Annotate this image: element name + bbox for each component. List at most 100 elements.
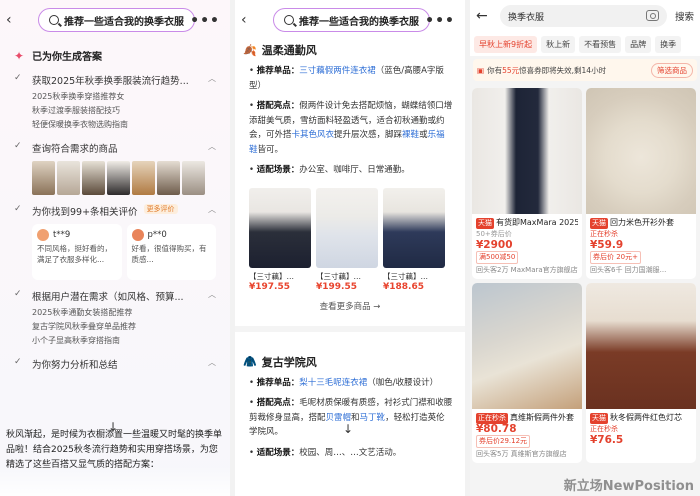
- hl-label: 搭配亮点：: [256, 398, 300, 408]
- query-text: 推荐一些适合我的换季衣服: [64, 16, 184, 28]
- product-image: [383, 187, 445, 268]
- scroll-down-icon[interactable]: ↓: [343, 422, 353, 436]
- product-price: ¥199.55: [316, 281, 357, 292]
- filter-products-button[interactable]: 筛选商品: [651, 63, 693, 78]
- review-card[interactable]: p**0 好看，很值得购买，有质感...: [126, 224, 216, 280]
- camera-icon[interactable]: [645, 10, 659, 21]
- product-thumb[interactable]: [132, 161, 155, 195]
- trench-coat-link[interactable]: 卡其色风衣: [292, 130, 335, 140]
- scene-text: 办公室、咖啡厅、日常通勤。: [299, 165, 410, 175]
- step-label: 为你找到99+条相关评价: [32, 207, 138, 218]
- product-card[interactable]: 【三寸藕】… ¥199.55: [316, 187, 378, 292]
- chip-early-autumn[interactable]: 早秋上新9折起: [474, 35, 538, 53]
- item-link[interactable]: 梨十三毛呢连衣裙: [299, 378, 367, 388]
- item-link[interactable]: 三寸藕假两件连衣裙: [299, 66, 376, 76]
- chip-autumn-new[interactable]: 秋上新: [541, 35, 576, 53]
- query-pill[interactable]: 推荐一些适合我的换季衣服: [38, 8, 195, 32]
- product-promo: 券后价29.12元: [476, 435, 531, 448]
- beret-link[interactable]: 贝雷帽: [326, 413, 352, 423]
- chip-no-presale[interactable]: 不看预售: [579, 35, 622, 53]
- step-item[interactable]: ✓ 为你找到99+条相关评价 更多评价 ︿: [14, 204, 216, 218]
- step-sublist: 2025秋季换季穿搭推荐女 秋季过渡季服装搭配技巧 轻便保暖换季衣物选购指南: [32, 90, 216, 132]
- sub-query: 小个子显高秋季穿搭指南: [32, 336, 120, 345]
- product-card[interactable]: 天猫 有货即MaxMara 2025 50+券后价 ¥2900 满500减50 回…: [472, 88, 582, 279]
- query-pill[interactable]: 推荐一些适合我的换季衣服: [273, 8, 430, 32]
- review-card[interactable]: t**9 不同风格，挺好看的，满足了衣服多样化...: [32, 224, 122, 280]
- shoe-link[interactable]: 裸鞋: [402, 130, 419, 140]
- product-card[interactable]: 天猫 回力米色开衫外套 正在秒杀 ¥59.9 券后价 20元+ 回头客6千 回力国…: [586, 88, 696, 279]
- step-sublist: 2025秋季通勤女装搭配推荐 复古学院风秋季叠穿单品推荐 小个子显高秋季穿搭指南: [32, 306, 216, 348]
- product-thumb[interactable]: [182, 161, 205, 195]
- step-item[interactable]: ✓ 获取2025年秋季换季服装流行趋势... ︿: [14, 73, 216, 87]
- coat-icon: 🧥: [243, 355, 257, 368]
- more-icon[interactable]: •••: [190, 13, 220, 29]
- hl-text: 提升层次感，脚踩: [334, 130, 403, 140]
- step-label: 获取2025年秋季换季服装流行趋势...: [32, 76, 189, 87]
- more-products-link[interactable]: 查看更多商品 →: [235, 300, 465, 312]
- product-image: [472, 283, 582, 409]
- search-icon: [49, 15, 59, 25]
- hl-text: 和: [351, 412, 360, 423]
- product-name: 【三寸藕】…: [383, 271, 428, 281]
- product-card[interactable]: 天猫 秋冬假两件红色灯芯 正在秒杀 ¥76.5: [586, 283, 696, 463]
- product-thumb[interactable]: [32, 161, 55, 195]
- step-item[interactable]: ✓ 根据用户潜在需求（如风格、预算... ︿: [14, 289, 216, 303]
- back-icon[interactable]: ‹: [6, 13, 20, 27]
- product-thumbnails: [32, 161, 216, 195]
- product-shop: 回头客2万 MaxMara官方旗舰店: [476, 266, 578, 274]
- notice-amount: 55元: [502, 65, 520, 75]
- search-button[interactable]: 搜索: [675, 9, 694, 23]
- chip-season[interactable]: 换季: [655, 35, 682, 53]
- ai-answer-panel: ‹ 推荐一些适合我的换季衣服 ••• ✦ 已为你生成答案 ✓ 获取2025年秋季…: [0, 0, 230, 496]
- boots-link[interactable]: 马丁靴: [360, 413, 386, 423]
- scene-label: 适配场景：: [256, 447, 300, 458]
- product-promo: 满500减50: [476, 251, 519, 264]
- highlight-line: • 搭配亮点：假两件设计免去搭配烦恼，蝴蝶结领口增添甜美气质，雪纺面料轻盈透气，…: [249, 101, 453, 155]
- product-thumb[interactable]: [157, 161, 180, 195]
- hl-text: 皆可。: [257, 144, 284, 155]
- sparkle-icon: ✦: [14, 48, 25, 63]
- recommendation-panel: ‹ 推荐一些适合我的换季衣服 ••• 🍂 温柔通勤风 • 推荐单品：三寸藕假两件…: [235, 0, 465, 496]
- notice-text: 你有: [487, 65, 503, 75]
- product-price: ¥188.65: [383, 281, 424, 292]
- search-input[interactable]: 换季衣服: [500, 5, 667, 27]
- product-card[interactable]: 正在秒杀 真维斯假两件外套 ¥80.78 券后价29.12元 回头客5万 真维斯官…: [472, 283, 582, 463]
- search-bar: ← 换季衣服 搜索: [470, 0, 700, 32]
- product-card[interactable]: 【三寸藕】… ¥197.55: [249, 187, 311, 292]
- review-user: p**0: [147, 229, 167, 240]
- step-item[interactable]: ✓ 为你努力分析和总结 ︿: [14, 357, 216, 371]
- scene-label: 适配场景：: [256, 165, 300, 175]
- section-title: 🍂 温柔通勤风: [235, 42, 465, 58]
- sub-query: 2025秋季换季穿搭推荐女: [32, 92, 125, 101]
- tmall-badge: 天猫: [590, 413, 608, 424]
- hl-text: 或: [419, 130, 428, 140]
- chevron-up-icon[interactable]: ︿: [208, 73, 216, 84]
- product-title: 秋冬假两件红色灯芯: [610, 413, 682, 422]
- back-icon[interactable]: ←: [476, 9, 490, 23]
- product-card[interactable]: 【三寸藕】… ¥188.65: [383, 187, 445, 292]
- avatar: [37, 229, 49, 241]
- product-thumb[interactable]: [107, 161, 130, 195]
- step-label: 查询符合需求的商品: [32, 144, 118, 155]
- step-label: 根据用户潜在需求（如风格、预算...: [32, 292, 184, 303]
- chevron-up-icon[interactable]: ︿: [208, 204, 216, 215]
- more-reviews-tag[interactable]: 更多评价: [143, 204, 178, 214]
- answer-header: ✦ 已为你生成答案: [14, 48, 216, 64]
- product-thumb[interactable]: [82, 161, 105, 195]
- chip-brand[interactable]: 品牌: [625, 35, 652, 53]
- chevron-up-icon[interactable]: ︿: [208, 357, 216, 368]
- query-text: 推荐一些适合我的换季衣服: [299, 16, 419, 28]
- product-thumb[interactable]: [57, 161, 80, 195]
- more-icon[interactable]: •••: [425, 13, 455, 29]
- back-icon[interactable]: ‹: [241, 13, 255, 27]
- scroll-down-icon[interactable]: ↓: [108, 420, 118, 434]
- product-image: [472, 88, 582, 214]
- product-price: ¥59.9: [590, 239, 624, 251]
- sub-query: 轻便保暖换季衣物选购指南: [32, 120, 128, 129]
- sub-query: 复古学院风秋季叠穿单品推荐: [32, 322, 136, 331]
- chevron-up-icon[interactable]: ︿: [208, 141, 216, 152]
- product-shop: 回头客6千 回力国潮服...: [590, 266, 667, 274]
- chevron-up-icon[interactable]: ︿: [208, 289, 216, 300]
- scene-line: • 适配场景：校园、周…、…文艺活动。: [249, 447, 402, 458]
- step-item[interactable]: ✓ 查询符合需求的商品 ︿: [14, 141, 216, 155]
